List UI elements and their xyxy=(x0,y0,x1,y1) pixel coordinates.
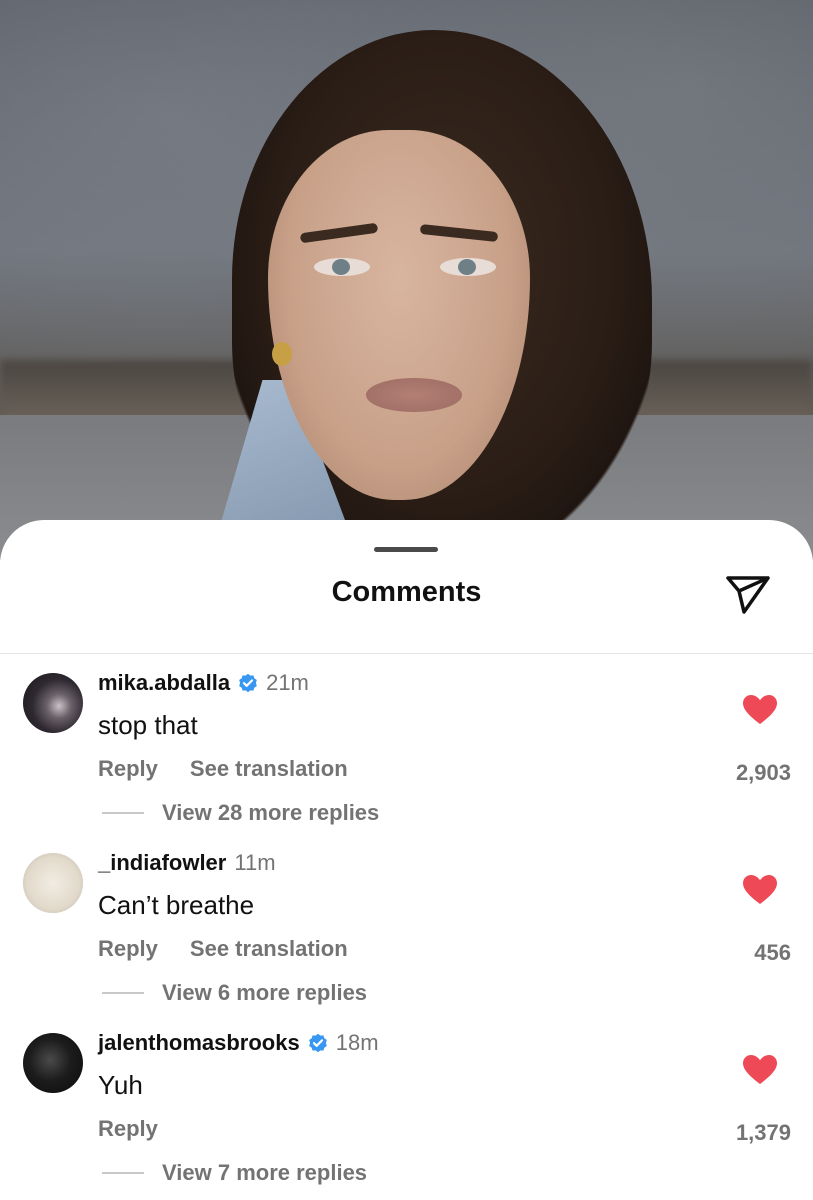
send-paper-plane-icon xyxy=(726,576,770,614)
view-replies-label: View 28 more replies xyxy=(162,800,380,825)
comment-meta: _indiafowler 11m xyxy=(98,850,276,876)
comment-username[interactable]: mika.abdalla xyxy=(98,670,230,696)
comment-item: mika.abdalla 21m stop that Reply See tra… xyxy=(0,654,813,834)
comment-text: Can’t breathe xyxy=(98,890,255,920)
comment-actions: Reply See translation xyxy=(98,756,380,782)
like-heart-icon[interactable] xyxy=(742,694,778,726)
comment-time: 21m xyxy=(266,670,309,695)
avatar[interactable] xyxy=(23,673,83,733)
comment-actions: Reply xyxy=(98,1116,190,1142)
send-button[interactable] xyxy=(724,572,772,616)
comment-text: stop that xyxy=(98,710,198,740)
verified-badge-icon xyxy=(239,673,257,693)
replies-line xyxy=(102,1172,144,1174)
see-translation-button[interactable]: See translation xyxy=(190,936,348,962)
comment-item: _indiafowler 11m Can’t breathe Reply See… xyxy=(0,834,813,1014)
photo-eye-left xyxy=(314,258,370,276)
like-heart-icon[interactable] xyxy=(742,874,778,906)
reply-button[interactable]: Reply xyxy=(98,756,158,782)
sheet-grabber-handle[interactable] xyxy=(374,547,438,552)
comment-time: 11m xyxy=(234,850,276,875)
avatar[interactable] xyxy=(23,1033,83,1093)
view-replies-button[interactable]: View 6 more replies xyxy=(102,980,367,1006)
comment-text: Yuh xyxy=(98,1070,143,1100)
verified-badge-icon xyxy=(308,1033,327,1053)
comment-username[interactable]: _indiafowler xyxy=(98,850,226,876)
replies-line xyxy=(102,812,144,814)
comments-title: Comments xyxy=(331,576,482,608)
replies-line xyxy=(102,992,144,994)
reply-button[interactable]: Reply xyxy=(98,936,158,962)
photo-lips xyxy=(366,378,462,412)
view-replies-label: View 7 more replies xyxy=(162,1160,368,1185)
view-replies-button[interactable]: View 28 more replies xyxy=(102,800,379,826)
comment-actions: Reply See translation xyxy=(98,936,380,962)
like-count: 456 xyxy=(754,940,791,965)
like-count: 1,379 xyxy=(735,1120,791,1145)
avatar[interactable] xyxy=(23,853,83,913)
post-photo xyxy=(0,0,813,560)
photo-earring xyxy=(272,342,292,366)
see-translation-button[interactable]: See translation xyxy=(190,756,348,782)
photo-eye-right xyxy=(440,258,496,276)
view-replies-button[interactable]: View 7 more replies xyxy=(102,1160,367,1186)
comment-username[interactable]: jalenthomasbrooks xyxy=(98,1030,300,1056)
like-heart-icon[interactable] xyxy=(742,1054,778,1086)
like-count: 2,903 xyxy=(735,760,791,785)
reply-button[interactable]: Reply xyxy=(98,1116,158,1142)
comment-item: jalenthomasbrooks 18m Yuh Reply View 7 m… xyxy=(0,1014,813,1194)
comment-time: 18m xyxy=(335,1030,379,1055)
comments-sheet: Comments mika.abdalla 21m stop that Repl… xyxy=(0,520,813,1200)
view-replies-label: View 6 more replies xyxy=(162,980,368,1005)
comment-meta: mika.abdalla 21m xyxy=(98,670,309,696)
comment-meta: jalenthomasbrooks 18m xyxy=(98,1030,379,1056)
